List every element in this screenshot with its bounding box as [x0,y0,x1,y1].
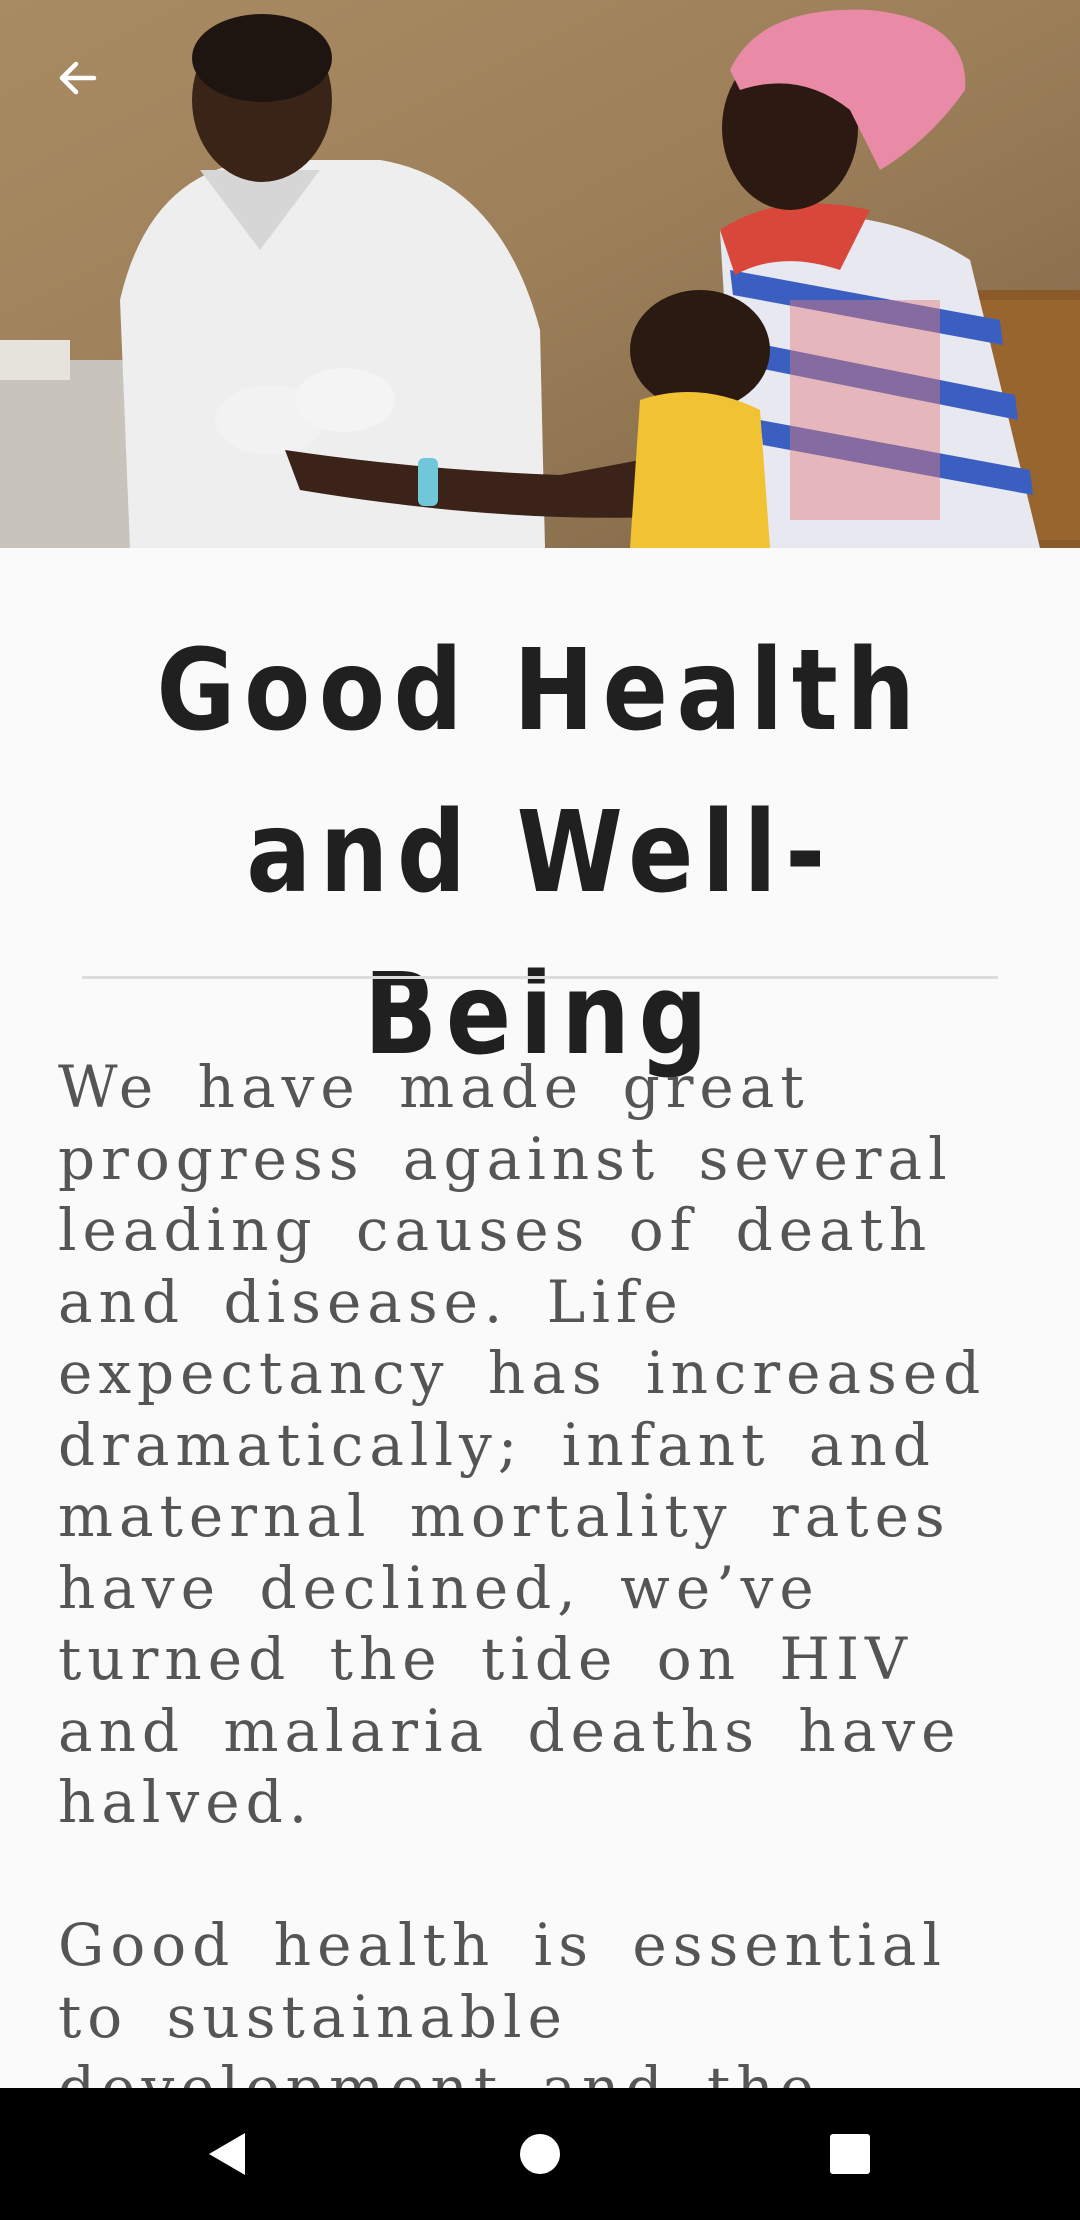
back-button[interactable] [40,40,116,116]
title-divider [82,976,998,979]
hero-illustration [0,0,1080,548]
back-arrow-icon [59,61,97,95]
triangle-back-icon [209,2133,245,2175]
nav-home-button[interactable] [460,2088,620,2220]
square-recents-icon [830,2134,870,2174]
nav-back-button[interactable] [146,2088,306,2220]
hero-image [0,0,1080,548]
page-title: Good Health and Well-Being [156,626,924,1080]
article-paragraph-1: We have made great progress against seve… [58,1053,987,1836]
screen: Good Health and Well-Being We have made … [0,0,1080,2220]
circle-home-icon [520,2134,560,2174]
system-navigation-bar [0,2088,1080,2220]
nav-recents-button[interactable] [770,2088,930,2220]
article-body: We have made great progress against seve… [58,1052,1038,2196]
